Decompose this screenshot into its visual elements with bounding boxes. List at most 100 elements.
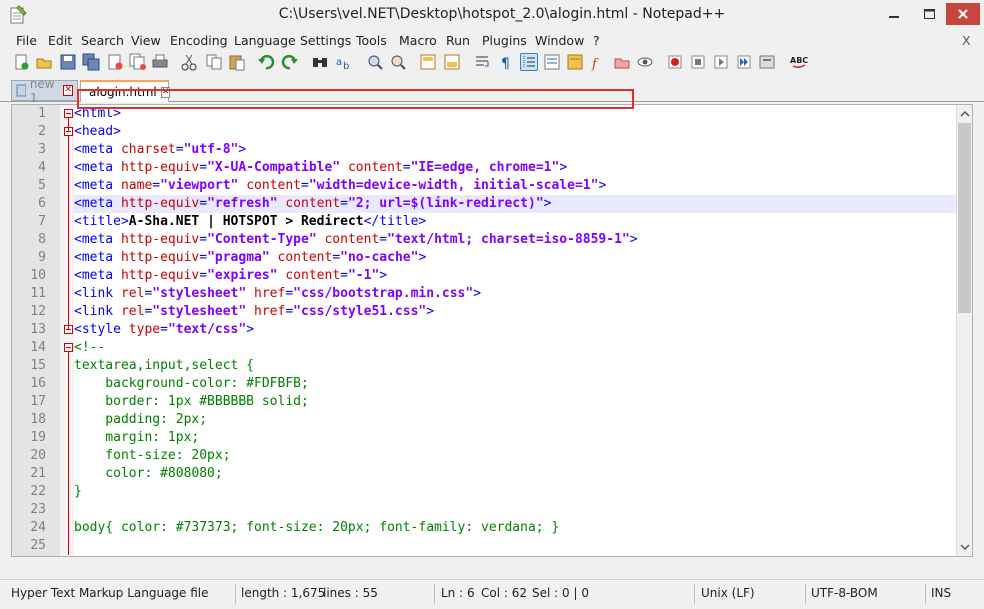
code-line[interactable]: font-size: 20px; (74, 447, 956, 465)
code-line[interactable]: <link rel="stylesheet" href="css/bootstr… (74, 285, 956, 303)
code-token: > (629, 232, 638, 247)
code-line[interactable]: <meta http-equiv="expires" content="-1"> (74, 267, 956, 285)
save-macro-icon[interactable] (758, 53, 776, 71)
code-token: = (199, 160, 208, 175)
find-icon[interactable] (311, 53, 329, 71)
code-line[interactable]: <meta name="viewport" content="width=dev… (74, 177, 956, 195)
sync-horizontal-icon[interactable] (443, 53, 461, 71)
code-line[interactable] (74, 537, 956, 555)
code-line[interactable]: <!-- (74, 339, 956, 357)
maximize-button[interactable] (912, 3, 946, 25)
close-document-button[interactable]: X (962, 33, 971, 48)
code-line[interactable]: <title>A-Sha.NET | HOTSPOT > Redirect</t… (74, 213, 956, 231)
code-token: = (160, 322, 168, 337)
paste-icon[interactable] (228, 53, 246, 71)
code-editor[interactable]: 1 2 3 4 5 6 7 8 9 10 11 12 13 14 15 16 17 18 19 20 21 22 23 24 2… (11, 104, 973, 557)
code-line[interactable]: border: 1px #BBBBBB solid; (74, 393, 956, 411)
code-area[interactable]: <html> <head> <meta charset="utf-8"> <meta … (74, 105, 956, 556)
code-line[interactable]: <link rel="stylesheet" href="css/style51… (74, 303, 956, 321)
vertical-scroll-thumb[interactable] (958, 123, 971, 313)
menu-settings[interactable]: Settings (300, 33, 351, 48)
menu-macro[interactable]: Macro (399, 33, 437, 48)
code-line[interactable]: textarea,input,select { (74, 357, 956, 375)
udl-icon[interactable] (543, 53, 561, 71)
save-all-icon[interactable] (82, 53, 100, 71)
minimize-button[interactable] (877, 3, 911, 25)
play-macro-icon[interactable] (712, 53, 730, 71)
close-all-icon[interactable] (129, 53, 147, 71)
code-line[interactable]: color: #808080; (74, 465, 956, 483)
menu-file[interactable]: File (16, 33, 37, 48)
zoom-in-icon[interactable] (366, 53, 384, 71)
code-line[interactable]: <meta http-equiv="Content-Type" content=… (74, 231, 956, 249)
code-line[interactable]: <meta charset="utf-8"> (74, 141, 956, 159)
code-line[interactable]: background-color: #FDFBFB; (74, 375, 956, 393)
code-line[interactable]: <meta http-equiv="X-UA-Compatible" conte… (74, 159, 956, 177)
code-line[interactable] (74, 501, 956, 519)
spellcheck-icon[interactable]: ABC (790, 53, 808, 71)
indent-guide-icon[interactable] (520, 53, 538, 71)
code-token: http-equiv (120, 250, 200, 265)
save-icon[interactable] (59, 53, 77, 71)
menu-encoding[interactable]: Encoding (170, 33, 228, 48)
status-insert-mode[interactable]: INS (931, 586, 951, 600)
replace-icon[interactable]: ab (335, 53, 353, 72)
sync-vertical-icon[interactable] (419, 53, 437, 71)
code-line[interactable]: body{ color: #737373; font-size: 20px; f… (74, 519, 956, 537)
word-wrap-icon[interactable] (474, 53, 492, 71)
fold-line (68, 352, 69, 555)
code-token: content (285, 196, 341, 211)
show-all-chars-icon[interactable]: ¶ (497, 53, 515, 72)
stop-macro-icon[interactable] (689, 53, 707, 71)
menu-window[interactable]: Window (535, 33, 584, 48)
menu-plugins[interactable]: Plugins (482, 33, 527, 48)
code-line[interactable]: } (74, 483, 956, 501)
run-macro-multiple-icon[interactable] (735, 53, 753, 71)
code-line[interactable]: <meta http-equiv="refresh" content="2; u… (74, 195, 956, 213)
menu-view[interactable]: View (131, 33, 161, 48)
menu-language[interactable]: Language (234, 33, 296, 48)
monitor-icon[interactable] (636, 53, 654, 71)
line-number-gutter[interactable]: 1 2 3 4 5 6 7 8 9 10 11 12 13 14 15 16 17 18 19 20 21 22 23 24 2… (12, 105, 60, 556)
code-token: > (238, 142, 247, 157)
status-eol[interactable]: Unix (LF) (701, 586, 755, 600)
status-encoding[interactable]: UTF-8-BOM (811, 586, 878, 600)
new-file-icon[interactable] (12, 53, 30, 71)
tab-new-1[interactable]: new 1 ✕ (11, 77, 78, 105)
close-window-button[interactable] (946, 3, 980, 25)
code-line[interactable]: <head> (74, 123, 956, 141)
code-line[interactable]: padding: 2px; (74, 411, 956, 429)
line-number: 14 (30, 340, 46, 355)
code-line[interactable]: <meta http-equiv="pragma" content="no-ca… (74, 249, 956, 267)
fold-toggle-icon[interactable] (64, 343, 73, 352)
scroll-up-icon[interactable] (957, 106, 973, 122)
code-token: content (347, 160, 403, 175)
close-icon[interactable] (106, 53, 124, 71)
code-token: > (418, 250, 427, 265)
scroll-down-icon[interactable] (957, 539, 973, 555)
folder-workspace-icon[interactable] (613, 53, 631, 71)
record-macro-icon[interactable] (666, 53, 684, 71)
menu-search[interactable]: Search (81, 33, 124, 48)
code-line[interactable]: <style type="text/css"> (74, 321, 956, 339)
print-icon[interactable] (151, 53, 169, 71)
menu-help[interactable]: ? (593, 33, 600, 48)
menu-run[interactable]: Run (446, 33, 470, 48)
code-token: = (340, 268, 348, 283)
code-line[interactable]: margin: 1px; (74, 429, 956, 447)
copy-icon[interactable] (205, 53, 223, 71)
tab-close-icon[interactable]: ✕ (63, 85, 73, 96)
cut-icon[interactable] (180, 53, 198, 71)
menu-edit[interactable]: Edit (48, 33, 72, 48)
menu-tools[interactable]: Tools (356, 33, 387, 48)
code-token: > (559, 160, 568, 175)
open-file-icon[interactable] (35, 53, 53, 71)
redo-icon[interactable] (281, 53, 299, 71)
fold-toggle-icon[interactable] (64, 109, 73, 118)
function-list-icon[interactable]: f (589, 53, 607, 72)
doc-map-icon[interactable] (566, 53, 584, 71)
zoom-out-icon[interactable] (389, 53, 407, 71)
undo-icon[interactable] (257, 53, 275, 71)
code-token: href (254, 286, 286, 301)
title-bar[interactable]: C:\Users\vel.NET\Desktop\hotspot_2.0\alo… (0, 0, 984, 30)
